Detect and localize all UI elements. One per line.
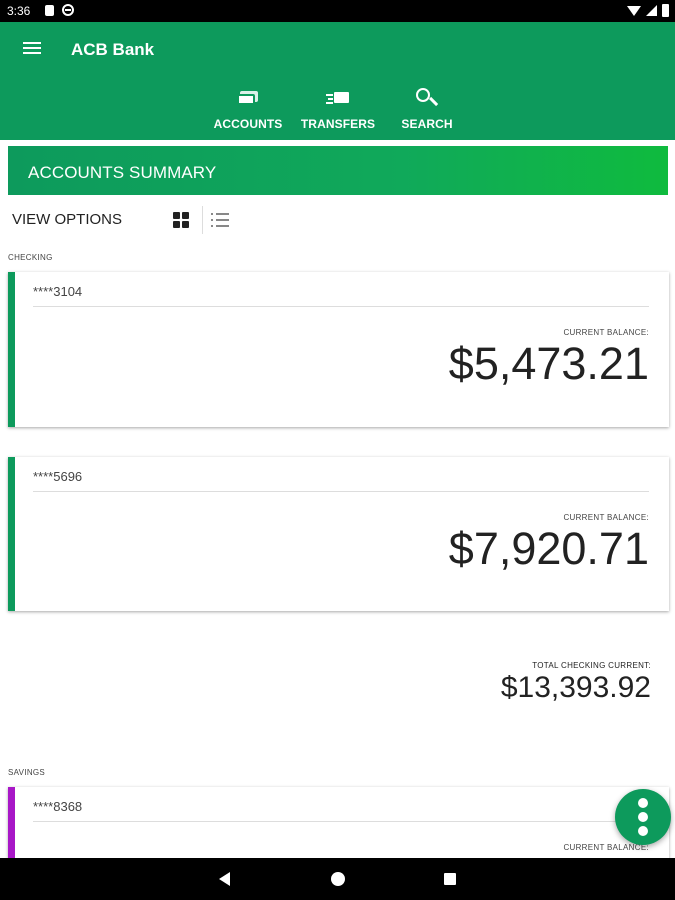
grid-view-icon[interactable] (173, 212, 190, 229)
more-options-button[interactable] (615, 789, 671, 845)
home-icon[interactable] (331, 872, 345, 886)
view-options-divider (202, 206, 203, 234)
battery-icon (662, 4, 669, 17)
status-time: 3:36 (7, 4, 31, 18)
current-balance-label: CURRENT BALANCE: (563, 513, 649, 522)
checking-section-label: CHECKING (8, 253, 53, 262)
card-divider (33, 821, 649, 822)
notification-icon (45, 5, 54, 16)
tab-transfers[interactable]: TRANSFERS (300, 86, 376, 134)
tab-accounts-label: ACCOUNTS (213, 117, 283, 131)
search-icon (416, 88, 439, 110)
status-bar: 3:36 (0, 0, 675, 22)
current-balance: $5,473.21 (448, 338, 649, 389)
account-number: ****5696 (33, 469, 83, 484)
app-bar: ACB Bank ACCOUNTS TRANSFERS SEARCH (0, 22, 675, 140)
tab-accounts[interactable]: ACCOUNTS (212, 86, 284, 134)
transfers-icon (326, 92, 350, 104)
app-title: ACB Bank (71, 40, 155, 59)
tab-search-label: SEARCH (401, 117, 453, 131)
card-divider (33, 491, 649, 492)
total-checking-label: TOTAL CHECKING CURRENT: (532, 661, 651, 670)
wifi-icon (627, 6, 641, 16)
tab-search[interactable]: SEARCH (400, 86, 454, 134)
savings-section-label: SAVINGS (8, 768, 46, 777)
system-nav-bar (0, 858, 675, 900)
view-options-label: VIEW OPTIONS (12, 211, 123, 228)
accounts-summary-header: ACCOUNTS SUMMARY (8, 146, 668, 195)
account-number: ****8368 (33, 799, 83, 814)
account-accent-bar (8, 457, 15, 611)
tab-transfers-label: TRANSFERS (300, 117, 376, 131)
account-card[interactable]: ****5696 CURRENT BALANCE: $7,920.71 (8, 457, 669, 611)
current-balance: $7,920.71 (448, 523, 649, 574)
account-number: ****3104 (33, 284, 83, 299)
account-accent-bar (8, 272, 15, 427)
menu-icon[interactable] (23, 41, 41, 55)
list-view-icon[interactable] (211, 213, 229, 228)
back-icon[interactable] (219, 872, 230, 886)
account-card[interactable]: ****3104 CURRENT BALANCE: $5,473.21 (8, 272, 669, 427)
accounts-icon (237, 91, 259, 105)
do-not-disturb-icon (62, 4, 74, 16)
total-checking-value: $13,393.92 (500, 671, 651, 704)
recents-icon[interactable] (444, 873, 456, 885)
card-divider (33, 306, 649, 307)
current-balance-label: CURRENT BALANCE: (563, 328, 649, 337)
signal-icon (646, 5, 657, 16)
